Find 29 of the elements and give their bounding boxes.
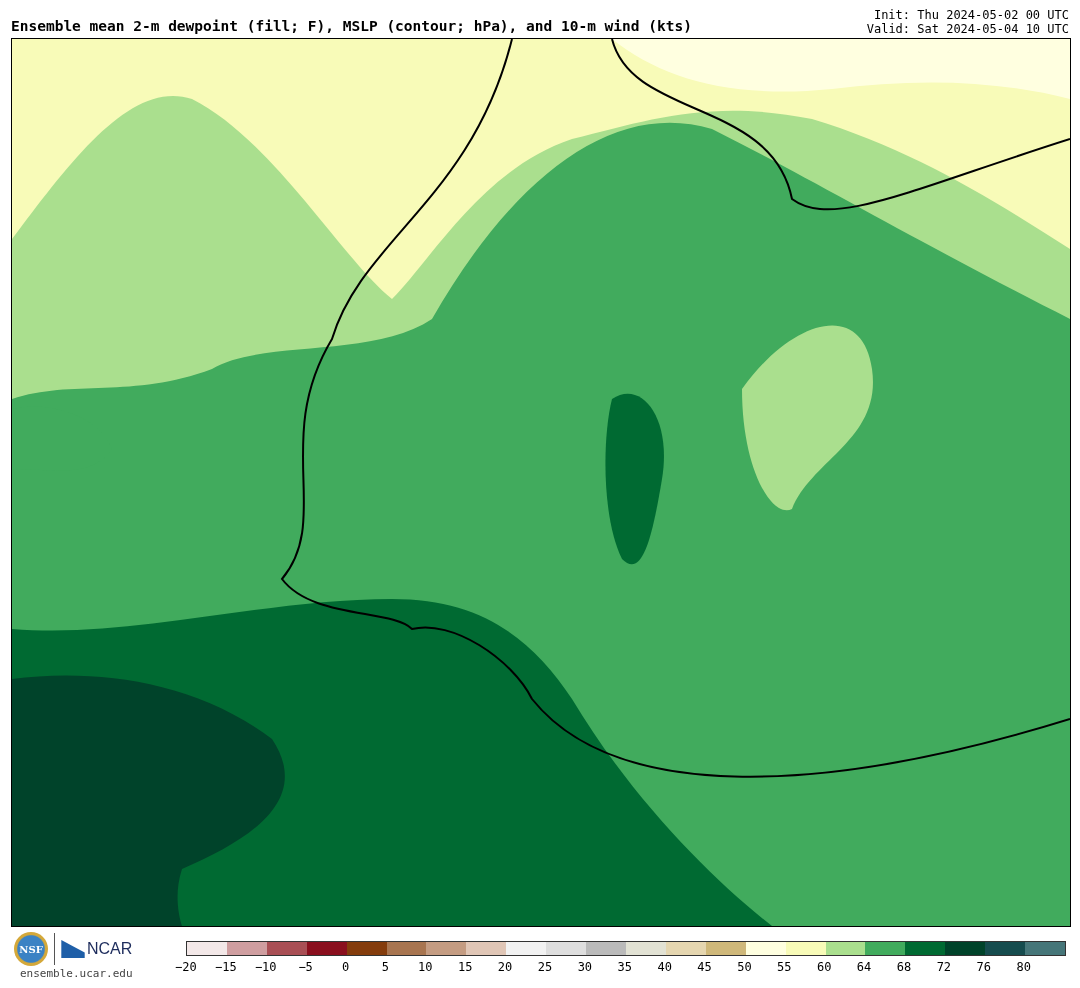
nsf-logo: NSF	[14, 932, 48, 966]
tick-label: 5	[380, 960, 390, 974]
tick-label: −15	[214, 960, 238, 974]
tick-label: 76	[975, 960, 992, 974]
tick-label: 40	[656, 960, 673, 974]
tick-label: −10	[253, 960, 278, 974]
tick-label: 80	[1015, 960, 1032, 974]
tick-label: 0	[340, 960, 351, 974]
tick-label: 35	[616, 960, 633, 974]
init-time: Init: Thu 2024-05-02 00 UTC	[872, 8, 1069, 22]
tick-label: 72	[935, 960, 953, 974]
tick-label: 45	[696, 960, 713, 974]
tick-label: 25	[536, 960, 554, 974]
website-url: ensemble.ucar.edu	[20, 967, 133, 980]
tick-label: 15	[456, 960, 474, 974]
tick-label: 64	[855, 960, 873, 974]
tick-label: 20	[496, 960, 514, 974]
tick-label: 60	[815, 960, 833, 974]
tick-label: −20	[174, 960, 198, 974]
tick-label: −5	[297, 960, 314, 974]
valid-time: Valid: Sat 2024-05-04 10 UTC	[866, 22, 1069, 36]
tick-label: 55	[776, 960, 793, 974]
tick-label: 10	[417, 960, 434, 974]
tick-label: 50	[736, 960, 753, 974]
ncar-logo: NCAR	[87, 940, 133, 958]
chart-title: Ensemble mean 2-m dewpoint (fill; F), MSLP (contour; hPa), and 10-m wind (kts)	[11, 18, 692, 36]
tick-label: 68	[895, 960, 913, 974]
tick-label: 30	[576, 960, 594, 974]
ncar-mark-icon	[61, 940, 85, 958]
